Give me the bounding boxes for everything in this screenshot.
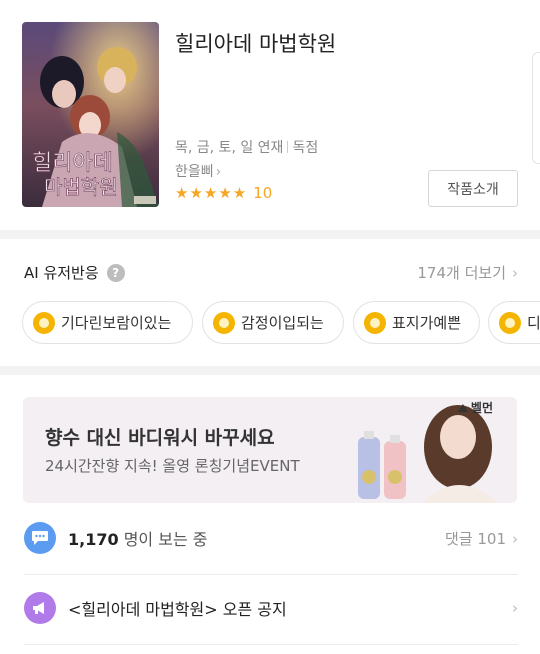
ad-banner[interactable]: 향수 대신 바디워시 바꾸세요 24시간잔향 지속! 올영 론칭기념EVENT …: [23, 397, 517, 503]
ad-headline: 향수 대신 바디워시 바꾸세요: [45, 427, 275, 449]
reaction-chip[interactable]: 감정이입되는: [202, 301, 344, 344]
coin-icon: [499, 311, 521, 334]
viewers-text: 1,170 명이 보는 중: [68, 526, 207, 550]
coin-icon: [33, 311, 55, 334]
reaction-chip[interactable]: 디: [488, 301, 540, 344]
author-name: 한을삐: [175, 164, 214, 180]
work-title: 힐리아데 마법학원: [175, 32, 337, 56]
svg-text:마법학원: 마법학원: [44, 175, 118, 199]
svg-text:힐리아데: 힐리아데: [32, 151, 113, 176]
rating: ★★★★★ 10: [175, 184, 272, 202]
notice-text: <힐리아데 마법학원> 오픈 공지: [68, 600, 287, 619]
separator: [287, 141, 289, 153]
viewer-count: 1,170: [68, 530, 119, 549]
section-divider: [0, 230, 540, 239]
notice-chevron[interactable]: ›: [506, 599, 518, 617]
chip-label: 디: [527, 314, 540, 332]
ad-subtext: 24시간잔향 지속! 올영 론칭기념EVENT: [45, 457, 300, 475]
ai-reaction-title: AI 유저반응 ?: [24, 262, 125, 283]
megaphone-icon: [24, 592, 56, 624]
section-divider: [0, 366, 540, 375]
chevron-right-icon: ›: [512, 264, 518, 282]
exclusive-label: 독점: [292, 140, 319, 156]
chevron-right-icon: ›: [215, 164, 222, 180]
ai-more-link[interactable]: 174개 더보기 ›: [417, 262, 518, 283]
chevron-right-icon: ›: [512, 599, 518, 617]
side-card-edge[interactable]: [532, 52, 540, 164]
coin-icon: [364, 311, 386, 334]
ai-reaction-label: AI 유저반응: [24, 264, 99, 282]
reaction-chip[interactable]: 표지가예쁜: [353, 301, 480, 344]
reaction-chips: 기다린보람이있는 감정이입되는 표지가예쁜 디: [22, 301, 540, 345]
comments-label: 댓글 101: [445, 529, 506, 548]
viewers-row[interactable]: 1,170 명이 보는 중 댓글 101 ›: [24, 508, 518, 568]
ai-reaction-section: AI 유저반응 ? 174개 더보기 › 기다린보람이있는 감정이입되는 표지가예…: [0, 239, 540, 366]
ai-more-label: 174개 더보기: [417, 264, 506, 282]
chip-label: 기다린보람이있는: [61, 314, 172, 332]
ad-brand-name: 벨먼: [470, 401, 493, 415]
chevron-right-icon: ›: [512, 529, 518, 548]
cover-illustration: 힐리아데 마법학원: [22, 22, 159, 207]
chat-bubble-icon: [24, 522, 56, 554]
reaction-chip[interactable]: 기다린보람이있는: [22, 301, 193, 344]
notice-row[interactable]: <힐리아데 마법학원> 오픈 공지 ›: [24, 578, 518, 638]
coin-icon: [213, 311, 235, 334]
work-header: 힐리아데 마법학원 힐리아데 마법학원 목, 금, 토, 일 연재 독점 한을삐 ›…: [0, 0, 540, 230]
chip-label: 감정이입되는: [241, 314, 324, 332]
ad-brand: 벨먼: [457, 399, 493, 416]
row-divider: [24, 574, 518, 575]
cover-image[interactable]: 힐리아데 마법학원: [22, 22, 159, 207]
intro-button[interactable]: 작품소개: [428, 170, 518, 207]
rating-score: 10: [253, 184, 273, 202]
schedule-days: 목, 금, 토, 일 연재: [175, 140, 284, 156]
viewers-suffix: 명이 보는 중: [118, 530, 208, 549]
serial-schedule: 목, 금, 토, 일 연재 독점: [175, 137, 318, 157]
comments-link[interactable]: 댓글 101 ›: [445, 528, 518, 549]
star-rating-icon: ★★★★★: [175, 184, 248, 202]
row-divider: [24, 644, 518, 645]
help-icon[interactable]: ?: [106, 263, 125, 282]
brand-logo-icon: [457, 404, 468, 412]
author-link[interactable]: 한을삐 ›: [175, 161, 221, 181]
chip-label: 표지가예쁜: [392, 314, 462, 332]
